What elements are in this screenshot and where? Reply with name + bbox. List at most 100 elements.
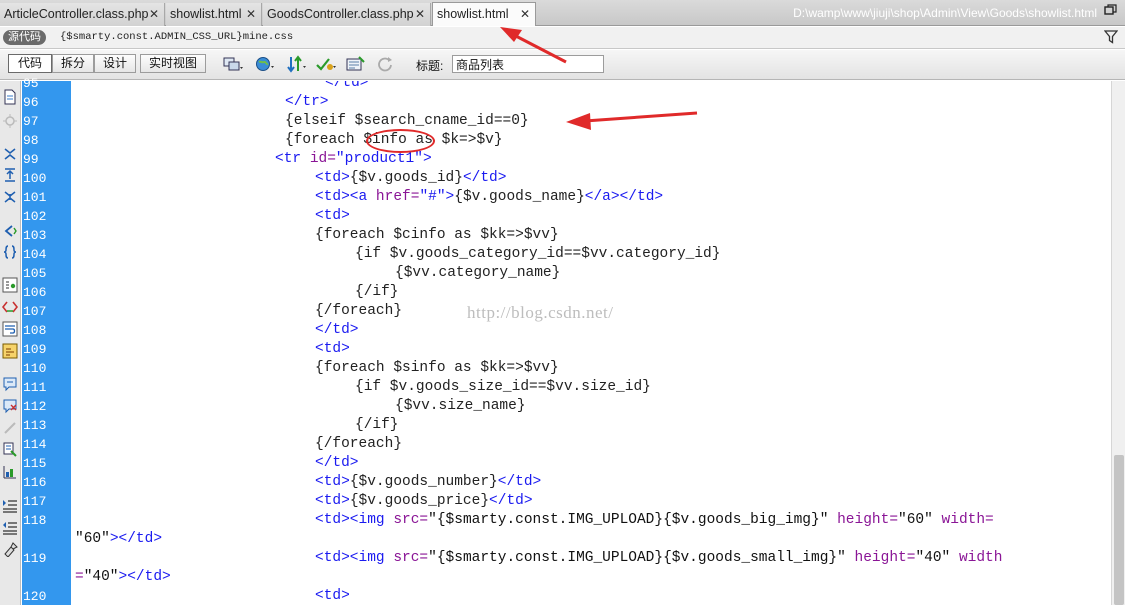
code-line: <td><img src="{$smarty.const.IMG_UPLOAD}…	[315, 549, 1002, 568]
coding-toolbar	[0, 81, 21, 605]
code-line: <td>{$v.goods_price}</td>	[315, 492, 533, 511]
line-number: 108	[23, 323, 47, 338]
word-wrap-icon[interactable]	[2, 321, 18, 337]
filter-icon[interactable]	[1104, 30, 1118, 44]
code-token: src=	[393, 550, 429, 566]
scrollbar-thumb[interactable]	[1114, 455, 1124, 605]
visual-aids-icon[interactable]	[345, 55, 367, 74]
title-input[interactable]	[452, 55, 604, 73]
code-line: <td>	[315, 587, 350, 605]
design-view-button[interactable]: 设计	[94, 54, 136, 73]
line-number: 103	[23, 228, 47, 243]
outdent-code-icon[interactable]	[2, 519, 18, 535]
code-editor[interactable]: </td> </tr> {elseif $search_cname_id==0}…	[71, 81, 1111, 605]
code-token: <td>	[315, 588, 350, 604]
vertical-scrollbar[interactable]	[1111, 81, 1125, 605]
collapse-full-tag-icon[interactable]	[2, 146, 18, 162]
tab-label: showlist.html	[437, 7, 509, 21]
annotation-circle	[366, 129, 435, 153]
line-number: 96	[23, 95, 39, 110]
wrap-tag-icon[interactable]	[2, 420, 18, 436]
line-number: 101	[23, 190, 47, 205]
select-parent-tag-icon[interactable]	[2, 223, 18, 239]
code-line: </td>	[315, 321, 359, 340]
document-tab-bar: ArticleController.class.php ✕ showlist.h…	[0, 0, 1125, 26]
line-number: 115	[23, 456, 47, 471]
code-line: {/if}	[355, 283, 399, 302]
code-token: <td>	[315, 474, 350, 490]
remove-comment-icon[interactable]	[2, 398, 18, 414]
code-line: {foreach $cinfo as $kk=>$vv}	[315, 226, 559, 245]
file-management-icon[interactable]	[285, 55, 307, 74]
code-token: </td>	[497, 474, 542, 490]
live-view-button[interactable]: 实时视图	[140, 54, 206, 73]
line-number: 104	[23, 247, 47, 262]
related-files-bar: 源代码 {$smarty.const.ADMIN_CSS_URL}mine.cs…	[0, 27, 1125, 49]
code-token: <td><a	[315, 189, 376, 205]
line-number-gutter: 95 96 97 98 99 100 101 102 103 104 105 1…	[22, 76, 71, 605]
code-line: {/foreach}	[315, 302, 402, 321]
line-number: 99	[23, 152, 39, 167]
highlight-invalid-code-icon[interactable]	[2, 299, 18, 315]
tab-showlist-1[interactable]: showlist.html ✕	[166, 3, 262, 26]
source-code-button[interactable]: 源代码	[3, 30, 46, 45]
format-source-code-icon[interactable]	[2, 541, 18, 557]
preview-browser-icon[interactable]	[254, 55, 276, 74]
code-token: ></td>	[118, 569, 171, 585]
code-line: <td>	[315, 207, 350, 226]
code-line: {/if}	[355, 416, 399, 435]
code-token: </td>	[315, 322, 359, 338]
close-icon[interactable]: ✕	[246, 7, 256, 21]
code-view-button[interactable]: 代码	[8, 54, 52, 73]
refresh-icon[interactable]	[375, 55, 397, 74]
code-token: <td>	[315, 493, 350, 509]
line-number: 109	[23, 342, 47, 357]
line-number: 100	[23, 171, 47, 186]
code-line: {$vv.size_name}	[395, 397, 526, 416]
collapse-selection-icon[interactable]	[2, 167, 18, 183]
balance-braces-icon[interactable]	[2, 244, 18, 260]
move-css-icon[interactable]	[2, 464, 18, 480]
code-line: {elseif $search_cname_id==0}	[285, 112, 529, 131]
code-token: width	[950, 550, 1003, 566]
multiscreen-icon[interactable]	[222, 55, 244, 74]
code-token: {elseif $search_cname_id==0}	[285, 113, 529, 129]
show-code-navigator-icon[interactable]	[2, 113, 18, 129]
tab-showlist-active[interactable]: showlist.html ✕	[432, 2, 536, 26]
apply-comment-icon[interactable]	[2, 376, 18, 392]
expand-all-icon[interactable]	[2, 189, 18, 205]
open-documents-icon[interactable]	[2, 89, 18, 105]
related-file-link[interactable]: {$smarty.const.ADMIN_CSS_URL}mine.css	[60, 31, 293, 43]
close-icon[interactable]: ✕	[149, 7, 159, 21]
close-icon[interactable]: ✕	[520, 7, 530, 21]
code-line: <td><a href="#">{$v.goods_name}</a></td>	[315, 188, 663, 207]
line-numbers-icon[interactable]	[2, 277, 18, 293]
tab-article-controller[interactable]: ArticleController.class.php ✕	[0, 3, 165, 26]
recent-snippets-icon[interactable]	[2, 441, 18, 457]
indent-code-icon[interactable]	[2, 497, 18, 513]
code-line: <tr id="product1">	[275, 150, 432, 169]
line-number: 97	[23, 114, 39, 129]
code-line-wrapped: ="40"></td>	[75, 568, 171, 587]
line-number: 107	[23, 304, 47, 319]
code-token: id=	[309, 151, 336, 167]
line-number: 98	[23, 133, 39, 148]
code-token: >	[445, 189, 455, 205]
code-token: <td><img	[315, 550, 394, 566]
code-token: {$v.goods_id}	[349, 170, 463, 186]
watermark: http://blog.csdn.net/	[467, 303, 614, 322]
code-token: >	[422, 151, 432, 167]
title-label: 标题:	[416, 59, 444, 73]
split-view-button[interactable]: 拆分	[52, 54, 94, 73]
close-icon[interactable]: ✕	[415, 7, 425, 21]
syntax-coloring-icon[interactable]	[2, 343, 18, 359]
validate-markup-icon[interactable]	[315, 55, 337, 74]
code-token: "40"	[915, 550, 951, 566]
code-token: height=	[828, 512, 899, 528]
code-token: {if $v.goods_size_id==$vv.size_id}	[355, 379, 651, 395]
code-token: "40"	[83, 569, 119, 585]
restore-window-icon[interactable]	[1104, 4, 1117, 16]
line-number: 119	[23, 551, 47, 566]
code-line: <td>{$v.goods_id}</td>	[315, 169, 506, 188]
tab-goods-controller[interactable]: GoodsController.class.php ✕	[263, 3, 431, 26]
